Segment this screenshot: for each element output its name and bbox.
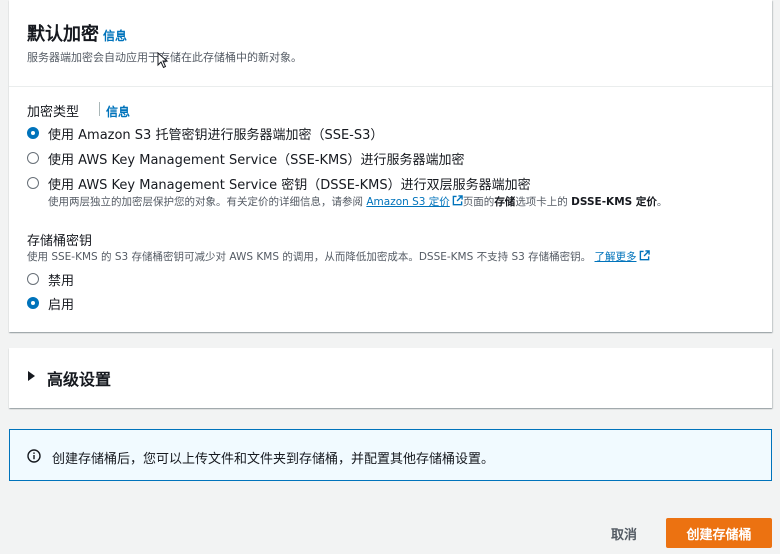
info-link[interactable]: 信息 bbox=[103, 27, 127, 44]
advanced-settings-panel[interactable]: 高级设置 bbox=[9, 348, 772, 408]
caret-right-icon[interactable] bbox=[28, 371, 35, 381]
radio-label-dsse-kms: 使用 AWS Key Management Service 密钥（DSSE-KM… bbox=[48, 177, 531, 193]
dsse-desc-suffix: 。 bbox=[656, 196, 668, 208]
radio-button[interactable] bbox=[27, 177, 39, 189]
info-icon bbox=[27, 449, 41, 463]
radio-sse-kms[interactable]: 使用 AWS Key Management Service（SSE-KMS）进行… bbox=[27, 148, 464, 168]
encryption-type-info-link[interactable]: 信息 bbox=[106, 103, 130, 120]
learn-more-link[interactable]: 了解更多 bbox=[594, 250, 650, 263]
divider bbox=[99, 102, 100, 116]
radio-dsse-kms[interactable]: 使用 AWS Key Management Service 密钥（DSSE-KM… bbox=[27, 173, 531, 193]
bucket-key-label: 存储桶密钥 bbox=[27, 234, 93, 249]
radio-sse-s3[interactable]: 使用 Amazon S3 托管密钥进行服务器端加密（SSE-S3） bbox=[27, 123, 383, 143]
cancel-button[interactable]: 取消 bbox=[600, 518, 648, 548]
dsse-desc-storage: 存储 bbox=[494, 196, 516, 208]
radio-label-sse-s3: 使用 Amazon S3 托管密钥进行服务器端加密（SSE-S3） bbox=[48, 127, 384, 143]
radio-button-checked[interactable] bbox=[27, 127, 39, 139]
radio-bucket-key-enable[interactable]: 启用 bbox=[27, 293, 74, 313]
dsse-desc-prefix: 使用两层独立的加密层保护您的对象。有关定价的详细信息，请参阅 bbox=[48, 196, 363, 208]
radio-button-checked[interactable] bbox=[27, 297, 39, 309]
radio-button[interactable] bbox=[27, 273, 39, 285]
dsse-desc-mid1: 页面的 bbox=[462, 196, 495, 208]
bucket-key-desc-text: 使用 SSE-KMS 的 S3 存储桶密钥可减少对 AWS KMS 的调用，从而… bbox=[27, 251, 592, 263]
dsse-desc-mid2: 选项卡上的 bbox=[515, 196, 568, 208]
mouse-cursor-icon bbox=[157, 52, 169, 69]
radio-label-enable: 启用 bbox=[48, 297, 75, 313]
dsse-description: 使用两层独立的加密层保护您的对象。有关定价的详细信息，请参阅 Amazon S3… bbox=[48, 194, 667, 209]
external-link-icon bbox=[452, 195, 463, 206]
learn-more-label: 了解更多 bbox=[594, 251, 637, 263]
panel-title: 默认加密 bbox=[27, 24, 99, 45]
bucket-key-description: 使用 SSE-KMS 的 S3 存储桶密钥可减少对 AWS KMS 的调用，从而… bbox=[27, 249, 650, 264]
advanced-settings-title[interactable]: 高级设置 bbox=[47, 366, 111, 390]
radio-button[interactable] bbox=[27, 152, 39, 164]
info-alert: 创建存储桶后，您可以上传文件和文件夹到存储桶，并配置其他存储桶设置。 bbox=[9, 429, 772, 481]
radio-label-disable: 禁用 bbox=[48, 273, 75, 289]
external-link-icon bbox=[639, 250, 650, 261]
dsse-desc-pricing: DSSE-KMS 定价 bbox=[571, 196, 657, 208]
radio-label-sse-kms: 使用 AWS Key Management Service（SSE-KMS）进行… bbox=[48, 152, 465, 168]
alert-text: 创建存储桶后，您可以上传文件和文件夹到存储桶，并配置其他存储桶设置。 bbox=[52, 452, 495, 467]
panel-header: 默认加密 信息 服务器端加密会自动应用于存储在此存储桶中的新对象。 bbox=[9, 0, 772, 87]
s3-pricing-link-label: Amazon S3 定价 bbox=[366, 196, 450, 208]
encryption-type-label: 加密类型 bbox=[27, 105, 80, 120]
create-bucket-button[interactable]: 创建存储桶 bbox=[666, 518, 772, 548]
default-encryption-panel: 默认加密 信息 服务器端加密会自动应用于存储在此存储桶中的新对象。 加密类型 信… bbox=[9, 0, 772, 332]
s3-pricing-link[interactable]: Amazon S3 定价 bbox=[366, 195, 463, 208]
radio-bucket-key-disable[interactable]: 禁用 bbox=[27, 269, 74, 289]
